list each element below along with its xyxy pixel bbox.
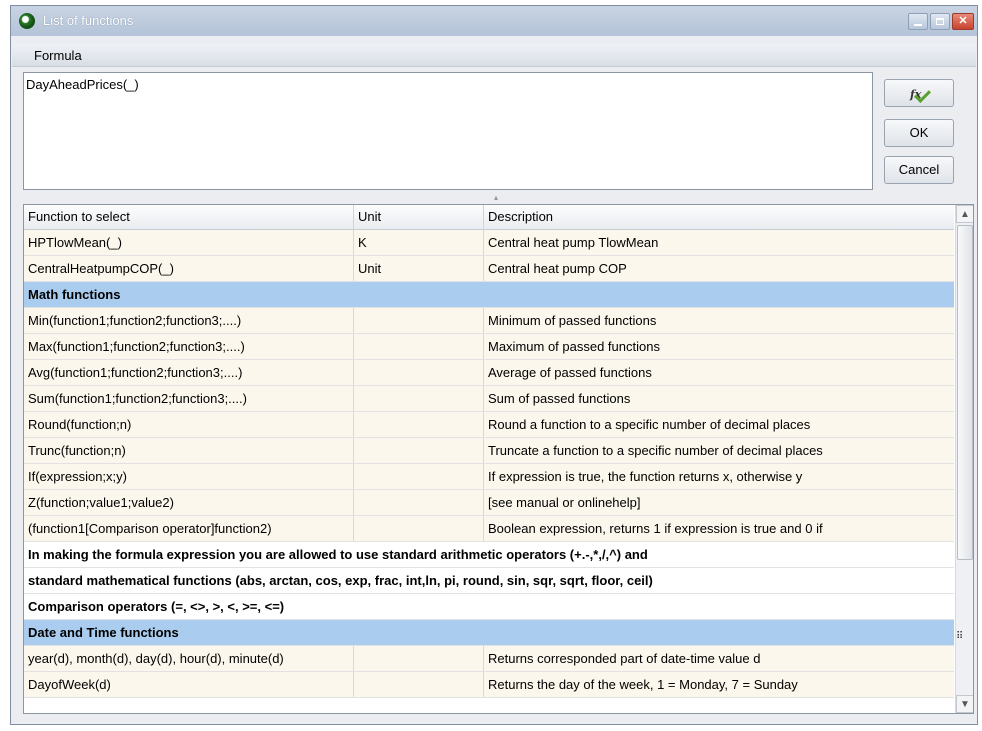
info-text: In making the formula expression you are… — [28, 547, 648, 562]
cell-unit — [354, 334, 484, 359]
cell-description: Average of passed functions — [488, 365, 652, 380]
table-row[interactable]: year(d), month(d), day(d), hour(d), minu… — [24, 646, 954, 672]
chevron-down-icon[interactable]: ▼ — [956, 695, 973, 713]
cell-function: Max(function1;function2;function3;....) — [24, 334, 354, 359]
table-row[interactable]: (function1[Comparison operator]function2… — [24, 516, 954, 542]
cell-unit — [354, 438, 484, 463]
info-row[interactable]: Comparison operators (=, <>, >, <, >=, <… — [24, 594, 954, 620]
cell-description: Boolean expression, returns 1 if express… — [488, 521, 823, 536]
info-row[interactable]: In making the formula expression you are… — [24, 542, 954, 568]
window-title: List of functions — [43, 13, 134, 28]
cell-unit — [354, 516, 484, 541]
group-title: Math functions — [28, 287, 121, 302]
ok-button[interactable]: OK — [884, 119, 954, 147]
column-header-description[interactable]: Description — [484, 205, 954, 229]
cell-description: Round a function to a specific number of… — [488, 417, 811, 432]
table-row[interactable]: If(expression;x;y) If expression is true,… — [24, 464, 954, 490]
formula-group-label: Formula — [34, 48, 82, 63]
formula-text: DayAheadPrices(_) — [26, 77, 139, 92]
cell-unit — [354, 386, 484, 411]
cell-unit — [354, 464, 484, 489]
column-header-function[interactable]: Function to select — [24, 205, 354, 229]
cell-description: Minimum of passed functions — [488, 313, 657, 328]
column-header-unit[interactable]: Unit — [354, 205, 484, 229]
maximize-icon — [936, 18, 944, 25]
group-row[interactable]: Date and Time functions — [24, 620, 954, 646]
splitter-grip[interactable]: ▴ — [494, 193, 498, 202]
table-row[interactable]: Z(function;value1;value2) [see manual or … — [24, 490, 954, 516]
cell-function: Sum(function1;function2;function3;....) — [24, 386, 354, 411]
maximize-button[interactable] — [930, 13, 950, 30]
table-header: Function to select Unit Description — [24, 205, 954, 230]
cell-description: Central heat pump COP — [488, 261, 627, 276]
info-text: Comparison operators (=, <>, >, <, >=, <… — [28, 599, 285, 614]
cell-unit — [354, 308, 484, 333]
functions-table: Function to select Unit Description HPTl… — [23, 204, 974, 714]
group-row[interactable]: Math functions — [24, 282, 954, 308]
cancel-button[interactable]: Cancel — [884, 156, 954, 184]
cell-function: Avg(function1;function2;function3;....) — [24, 360, 354, 385]
table-row[interactable]: Min(function1;function2;function3;....) M… — [24, 308, 954, 334]
app-icon — [19, 13, 35, 29]
group-title: Date and Time functions — [28, 625, 179, 640]
close-icon: ✕ — [958, 15, 968, 27]
cell-unit — [354, 490, 484, 515]
table-row[interactable]: Trunc(function;n) Truncate a function to … — [24, 438, 954, 464]
table-row[interactable]: Avg(function1;function2;function3;....) A… — [24, 360, 954, 386]
cell-function: CentralHeatpumpCOP(_) — [24, 256, 354, 281]
table-row[interactable]: Max(function1;function2;function3;....) M… — [24, 334, 954, 360]
table-row[interactable]: Sum(function1;function2;function3;....) S… — [24, 386, 954, 412]
cell-function: DayofWeek(d) — [24, 672, 354, 697]
cell-description: Truncate a function to a specific number… — [488, 443, 823, 458]
table-row[interactable]: DayofWeek(d) Returns the day of the week,… — [24, 672, 954, 698]
cell-unit — [354, 412, 484, 437]
close-button[interactable]: ✕ — [952, 13, 974, 30]
cell-function: year(d), month(d), day(d), hour(d), minu… — [24, 646, 354, 671]
cell-function: If(expression;x;y) — [24, 464, 354, 489]
cell-function: Trunc(function;n) — [24, 438, 354, 463]
chevron-up-icon[interactable]: ▲ — [956, 205, 973, 223]
cell-description: [see manual or onlinehelp] — [488, 495, 641, 510]
scrollbar-thumb[interactable] — [957, 225, 973, 560]
cell-unit — [354, 672, 484, 697]
formula-input[interactable]: DayAheadPrices(_) — [23, 72, 873, 190]
minimize-icon — [914, 24, 922, 26]
cell-description: If expression is true, the function retu… — [488, 469, 803, 484]
cell-unit — [354, 360, 484, 385]
info-row[interactable]: standard mathematical functions (abs, ar… — [24, 568, 954, 594]
cell-description: Sum of passed functions — [488, 391, 631, 406]
cell-function: Z(function;value1;value2) — [24, 490, 354, 515]
cell-function: Round(function;n) — [24, 412, 354, 437]
cell-function: (function1[Comparison operator]function2… — [24, 516, 354, 541]
cell-function: Min(function1;function2;function3;....) — [24, 308, 354, 333]
fx-check-icon: fx — [903, 82, 935, 104]
info-text: standard mathematical functions (abs, ar… — [28, 573, 653, 588]
function-check-button[interactable]: fx — [884, 79, 954, 107]
cell-description: Returns the day of the week, 1 = Monday,… — [488, 677, 798, 692]
cell-unit — [354, 646, 484, 671]
table-row[interactable]: Round(function;n) Round a function to a s… — [24, 412, 954, 438]
table-row[interactable]: HPTlowMean(_) K Central heat pump TlowMean — [24, 230, 954, 256]
cell-description: Central heat pump TlowMean — [488, 235, 659, 250]
cell-function: HPTlowMean(_) — [24, 230, 354, 255]
cell-description: Maximum of passed functions — [488, 339, 660, 354]
cell-description: Returns corresponded part of date-time v… — [488, 651, 761, 666]
resize-grip-icon[interactable]: ⠿ — [956, 631, 963, 642]
cell-unit: Unit — [354, 256, 484, 281]
formula-group-header: Formula — [12, 44, 976, 67]
title-bar[interactable]: List of functions ✕ — [11, 6, 977, 36]
cell-unit: K — [354, 230, 484, 255]
minimize-button[interactable] — [908, 13, 928, 30]
table-row[interactable]: CentralHeatpumpCOP(_) Unit Central heat pu… — [24, 256, 954, 282]
list-of-functions-window: List of functions ✕ Formula DayAheadPric… — [10, 5, 978, 725]
